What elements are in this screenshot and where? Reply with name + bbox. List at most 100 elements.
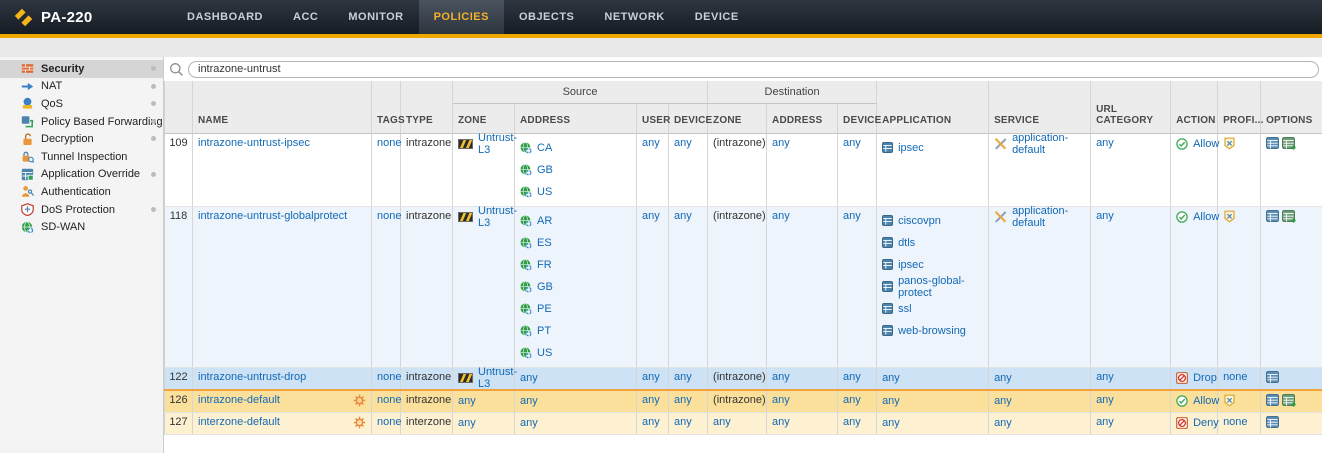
cell-link[interactable]: any	[843, 210, 861, 222]
logging-forward-icon[interactable]	[1282, 137, 1297, 150]
cell-link[interactable]: any	[772, 394, 790, 406]
logging-icon[interactable]	[1266, 210, 1279, 222]
cell-link[interactable]: any	[1096, 416, 1114, 428]
sidebar-item-sd-wan[interactable]: SD-WAN	[0, 218, 163, 236]
cell-link[interactable]: US	[537, 186, 552, 198]
cell-link[interactable]: any	[772, 416, 790, 428]
cell-link[interactable]: any	[1096, 394, 1114, 406]
cell-link[interactable]: any	[674, 416, 692, 428]
cell-link[interactable]: any	[520, 395, 538, 407]
cell-link[interactable]: any	[843, 394, 861, 406]
cell-link[interactable]: Untrust-L3	[478, 366, 517, 390]
cell-link[interactable]: any	[882, 417, 900, 429]
profile-link[interactable]: none	[1223, 371, 1247, 383]
cell-link[interactable]: AR	[537, 215, 552, 227]
cell-link[interactable]: any	[520, 372, 538, 384]
cell-link[interactable]: any	[994, 372, 1012, 384]
col-service[interactable]: SERVICE	[989, 81, 1091, 133]
cell-link[interactable]: any	[674, 210, 692, 222]
cell-link[interactable]: any	[843, 371, 861, 383]
action-link[interactable]: Deny	[1193, 417, 1219, 429]
search-input[interactable]	[188, 61, 1319, 78]
profile-group-icon[interactable]	[1223, 137, 1255, 150]
cell-link[interactable]: any	[642, 416, 660, 428]
cell-link[interactable]: panos-global-protect	[898, 275, 983, 299]
cell-link[interactable]: any	[642, 394, 660, 406]
rule-number[interactable]: 122	[165, 367, 193, 390]
cell-link[interactable]: any	[882, 372, 900, 384]
cell-link[interactable]: application-default	[1012, 205, 1085, 229]
cell-link[interactable]: any	[1096, 137, 1114, 149]
rule-name-link[interactable]: interzone-default	[198, 416, 280, 428]
col-tags[interactable]: TAGS	[372, 81, 401, 133]
cell-link[interactable]: any	[1096, 371, 1114, 383]
cell-link[interactable]: any	[843, 137, 861, 149]
col-application[interactable]: APPLICATION	[877, 81, 989, 133]
sidebar-item-authentication[interactable]: Authentication	[0, 183, 163, 201]
cell-link[interactable]: GB	[537, 164, 553, 176]
gear-icon[interactable]	[353, 416, 366, 429]
cell-link[interactable]: ipsec	[898, 259, 924, 271]
sidebar-item-nat[interactable]: NAT	[0, 78, 163, 96]
rule-number[interactable]: 127	[165, 412, 193, 434]
cell-link[interactable]: any	[772, 210, 790, 222]
profile-group-icon[interactable]	[1223, 210, 1255, 223]
sidebar-item-dos-protection[interactable]: DoS Protection	[0, 201, 163, 219]
cell-link[interactable]: US	[537, 347, 552, 359]
col-type[interactable]: TYPE	[401, 81, 453, 133]
cell-link[interactable]: any	[994, 395, 1012, 407]
sidebar-item-policy-based-forwarding[interactable]: Policy Based Forwarding	[0, 113, 163, 131]
tab-monitor[interactable]: MONITOR	[333, 0, 418, 34]
profile-link[interactable]: none	[1223, 416, 1247, 428]
sidebar-item-decryption[interactable]: Decryption	[0, 130, 163, 148]
cell-link[interactable]: any	[642, 371, 660, 383]
tab-policies[interactable]: POLICIES	[419, 0, 504, 34]
cell-link[interactable]: any	[772, 371, 790, 383]
cell-link[interactable]: any	[520, 417, 538, 429]
logging-forward-icon[interactable]	[1282, 394, 1297, 407]
cell-link[interactable]: Untrust-L3	[478, 205, 517, 229]
action-link[interactable]: Allow	[1193, 138, 1219, 150]
cell-link[interactable]: none	[377, 416, 401, 428]
cell-link[interactable]: any	[674, 371, 692, 383]
cell-link[interactable]: none	[377, 394, 401, 406]
cell-link[interactable]: any	[1096, 210, 1114, 222]
cell-link[interactable]: CA	[537, 142, 552, 154]
cell-link[interactable]: any	[458, 395, 476, 407]
cell-link[interactable]: ssl	[898, 303, 911, 315]
col-source-zone[interactable]: ZONE	[453, 103, 515, 133]
logging-icon[interactable]	[1266, 371, 1279, 383]
cell-link[interactable]: ipsec	[898, 142, 924, 154]
col-name[interactable]: NAME	[193, 81, 372, 133]
cell-link[interactable]: ciscovpn	[898, 215, 941, 227]
cell-link[interactable]: none	[377, 210, 401, 222]
logging-forward-icon[interactable]	[1282, 210, 1297, 223]
cell-link[interactable]: any	[772, 137, 790, 149]
cell-link[interactable]: any	[674, 137, 692, 149]
rule-name-link[interactable]: intrazone-untrust-drop	[198, 371, 306, 383]
action-link[interactable]: Allow	[1193, 211, 1219, 223]
tab-acc[interactable]: ACC	[278, 0, 333, 34]
cell-link[interactable]: any	[882, 395, 900, 407]
cell-link[interactable]: none	[377, 371, 401, 383]
cell-link[interactable]: dtls	[898, 237, 915, 249]
col-dest-address[interactable]: ADDRESS	[767, 103, 838, 133]
col-profile[interactable]: PROFI...	[1218, 81, 1261, 133]
col-dest-device[interactable]: DEVICE	[838, 103, 877, 133]
profile-group-icon[interactable]	[1223, 394, 1255, 407]
cell-link[interactable]: ES	[537, 237, 552, 249]
col-action[interactable]: ACTION	[1171, 81, 1218, 133]
cell-link[interactable]: FR	[537, 259, 552, 271]
tab-device[interactable]: DEVICE	[680, 0, 754, 34]
cell-link[interactable]: any	[674, 394, 692, 406]
logging-icon[interactable]	[1266, 394, 1279, 406]
cell-link[interactable]: any	[713, 416, 731, 428]
logging-icon[interactable]	[1266, 416, 1279, 428]
action-link[interactable]: Drop	[1193, 372, 1217, 384]
rule-name-link[interactable]: intrazone-untrust-globalprotect	[198, 210, 347, 222]
col-options[interactable]: OPTIONS	[1261, 81, 1322, 133]
cell-link[interactable]: any	[642, 137, 660, 149]
cell-link[interactable]: any	[458, 417, 476, 429]
col-source-address[interactable]: ADDRESS	[515, 103, 637, 133]
tab-dashboard[interactable]: DASHBOARD	[172, 0, 278, 34]
